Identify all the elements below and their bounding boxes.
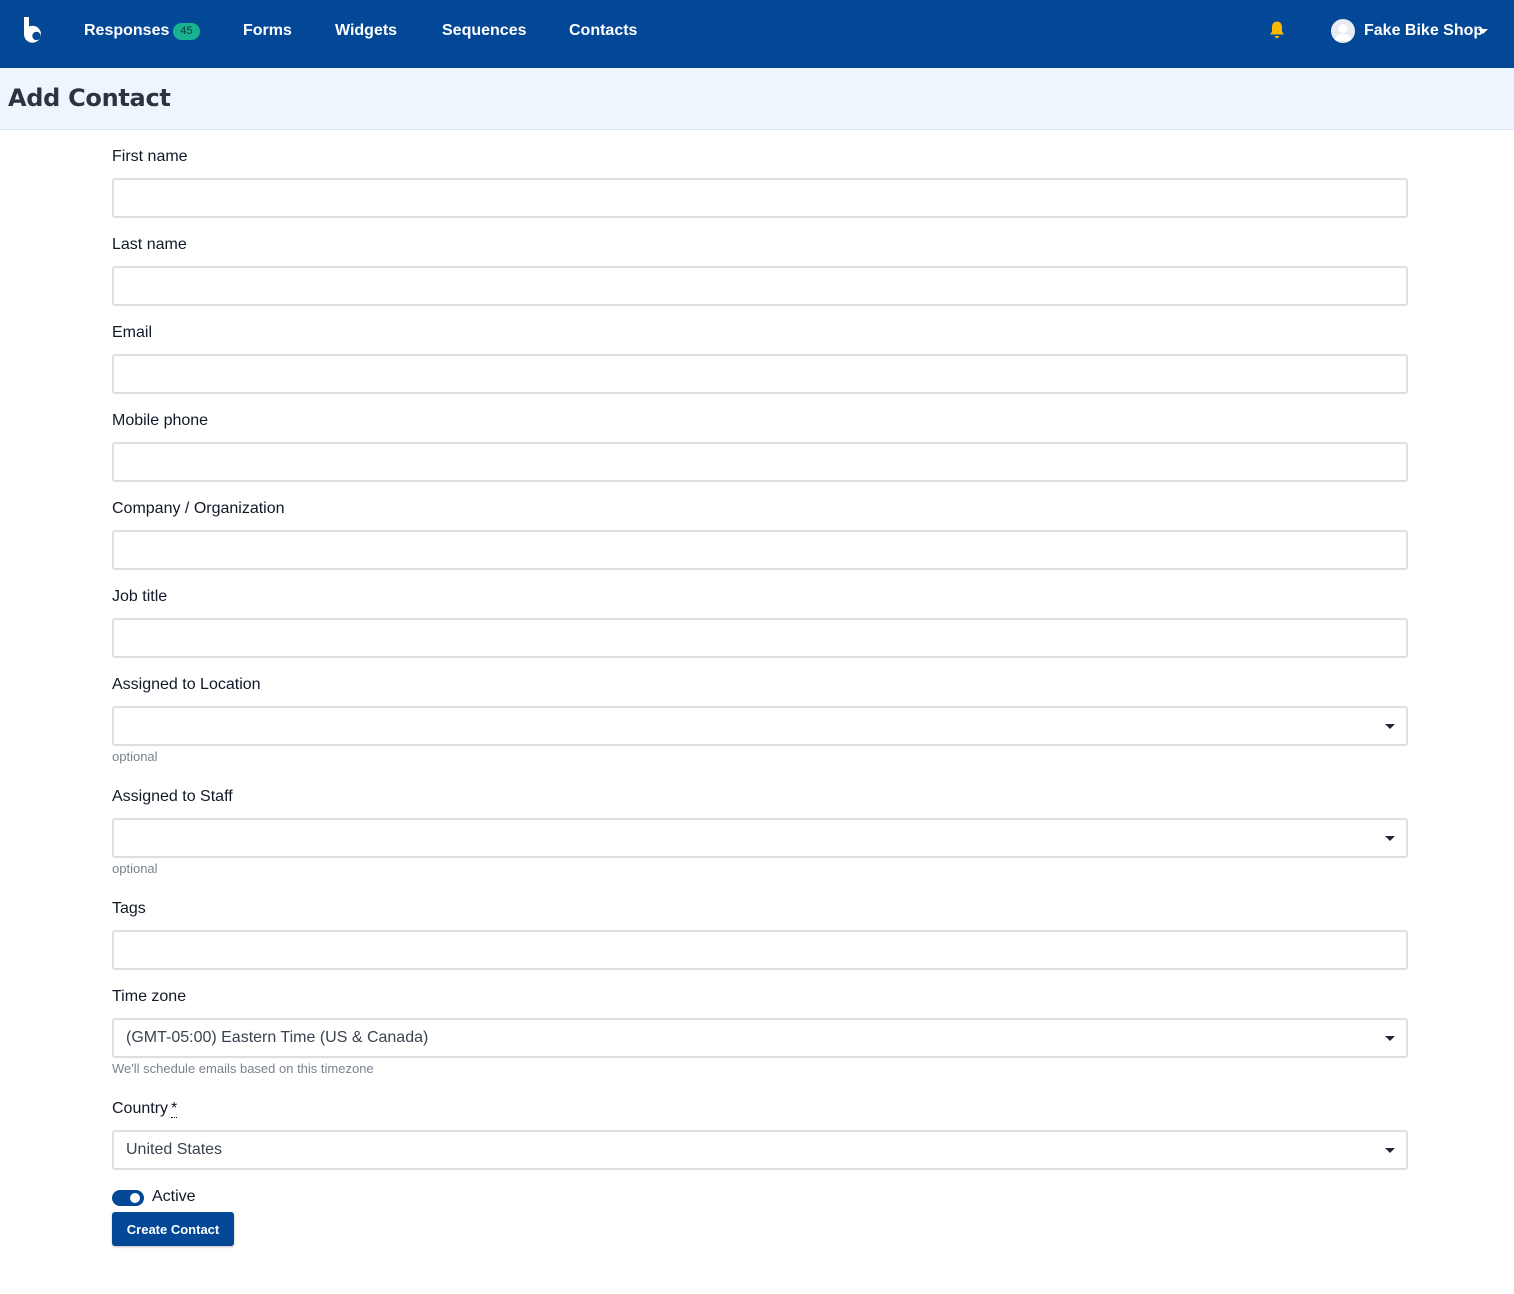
company-label: Company / Organization (112, 500, 285, 517)
first-name-label: First name (112, 148, 188, 165)
nav-responses[interactable]: Responses 45 (84, 20, 200, 42)
mobile-phone-input[interactable] (112, 442, 1408, 482)
tags-input[interactable] (112, 930, 1408, 970)
last-name-input[interactable] (112, 266, 1408, 306)
first-name-input[interactable] (112, 178, 1408, 218)
country-label: Country * (112, 1099, 178, 1119)
staff-select[interactable] (112, 818, 1408, 858)
staff-help-text: optional (112, 861, 158, 876)
country-label-text: Country (112, 1100, 169, 1117)
active-toggle-label: Active (152, 1188, 196, 1205)
toggle-knob (130, 1193, 140, 1203)
location-select[interactable] (112, 706, 1408, 746)
location-label: Assigned to Location (112, 676, 261, 693)
nav-forms[interactable]: Forms (243, 20, 292, 42)
active-toggle[interactable] (112, 1190, 144, 1206)
nav-sequences[interactable]: Sequences (442, 20, 526, 42)
create-contact-button[interactable]: Create Contact (112, 1212, 234, 1246)
user-name: Fake Bike Shop (1364, 22, 1484, 39)
location-help-text: optional (112, 749, 158, 764)
time-zone-help-text: We'll schedule emails based on this time… (112, 1061, 374, 1076)
staff-label: Assigned to Staff (112, 788, 233, 805)
page-header: Add Contact (0, 68, 1514, 130)
company-input[interactable] (112, 530, 1408, 570)
time-zone-label: Time zone (112, 988, 187, 1005)
chevron-down-icon (1385, 1036, 1395, 1041)
job-title-input[interactable] (112, 618, 1408, 658)
bell-icon[interactable] (1268, 20, 1286, 40)
country-select-value: United States (126, 1141, 223, 1158)
brand-logo-icon[interactable] (22, 16, 48, 48)
nav-contacts[interactable]: Contacts (569, 20, 637, 42)
nav-sequences-label: Sequences (442, 22, 527, 39)
mobile-phone-label: Mobile phone (112, 412, 209, 429)
top-navigation-bar: Responses 45 Forms Widgets Sequences Cont… (0, 0, 1514, 68)
tags-label: Tags (112, 900, 146, 917)
chevron-down-icon (1478, 29, 1488, 34)
responses-count-badge: 45 (173, 23, 200, 40)
chevron-down-icon (1385, 836, 1395, 841)
nav-widgets[interactable]: Widgets (335, 20, 397, 42)
time-zone-select-value: (GMT-05:00) Eastern Time (US & Canada) (126, 1029, 429, 1046)
chevron-down-icon (1385, 1148, 1395, 1153)
user-avatar-icon (1331, 19, 1355, 43)
nav-contacts-label: Contacts (569, 22, 638, 39)
required-marker: * (171, 1100, 178, 1118)
email-input[interactable] (112, 354, 1408, 394)
nav-widgets-label: Widgets (335, 22, 398, 39)
job-title-label: Job title (112, 588, 168, 605)
email-label: Email (112, 324, 153, 341)
country-select[interactable]: United States (112, 1130, 1408, 1170)
chevron-down-icon (1385, 724, 1395, 729)
last-name-label: Last name (112, 236, 187, 253)
page-title: Add Contact (8, 84, 171, 112)
nav-forms-label: Forms (243, 22, 292, 39)
nav-responses-label: Responses (84, 22, 170, 39)
time-zone-select[interactable]: (GMT-05:00) Eastern Time (US & Canada) (112, 1018, 1408, 1058)
